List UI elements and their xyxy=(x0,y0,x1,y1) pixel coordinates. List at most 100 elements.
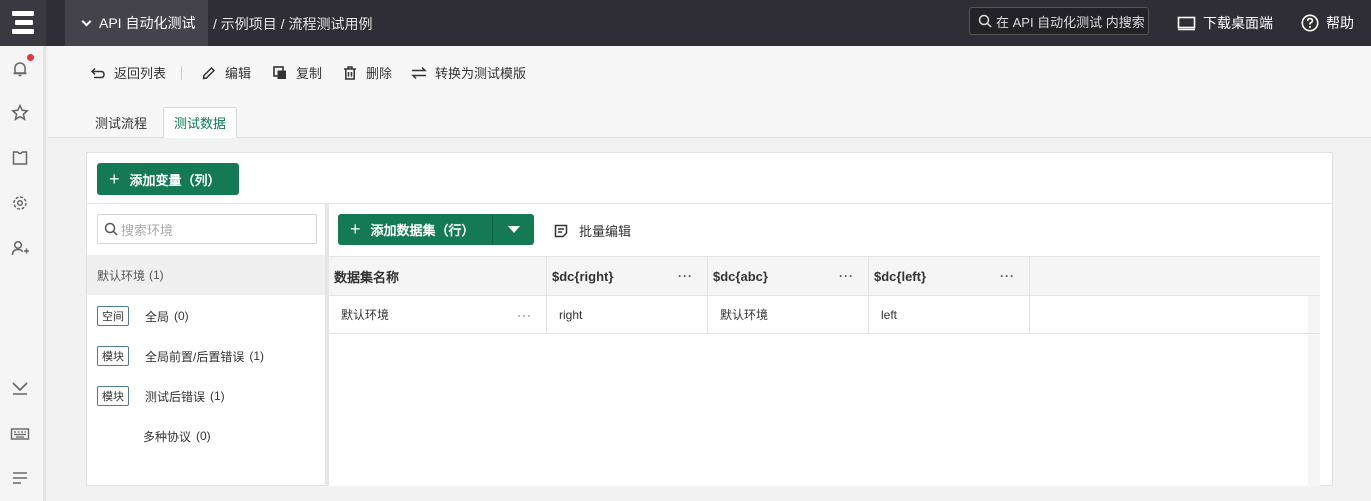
convert-template-button[interactable]: 转换为测试模版 xyxy=(411,63,526,82)
help-label: 帮助 xyxy=(1326,15,1354,31)
star-icon[interactable] xyxy=(9,102,31,124)
top-bar: API 自动化测试 / 示例项目 / 流程测试用例 在 API 自动化测试 内搜… xyxy=(0,0,1371,46)
test-data-panel: + 添加变量（列） 搜索环境 默认环境 (1) 空间 全局 (0) 模块 全局前… xyxy=(86,152,1333,487)
cell-dc-left[interactable]: left xyxy=(869,296,1030,333)
cell-value: 默认环境 xyxy=(341,308,390,322)
download-label: 下载桌面端 xyxy=(1203,15,1273,31)
cell-dataset-name[interactable]: 默认环境 ··· xyxy=(329,296,547,333)
env-name: 测试后错误 xyxy=(145,389,206,404)
edit-label: 编辑 xyxy=(225,66,252,81)
caret-down-icon xyxy=(507,226,520,233)
env-name: 全局 xyxy=(145,309,170,324)
copy-button[interactable]: 复制 xyxy=(272,63,322,82)
batch-edit-label: 批量编辑 xyxy=(579,224,632,239)
env-count: (1) xyxy=(210,389,225,403)
tab-test-data[interactable]: 测试数据 xyxy=(163,107,237,138)
env-count: (1) xyxy=(149,268,164,282)
column-header-dc-abc[interactable]: $dc{abc} ··· xyxy=(708,257,869,295)
cell-dc-right[interactable]: right xyxy=(547,296,708,333)
add-dataset-label: 添加数据集（行） xyxy=(370,223,475,238)
global-search-placeholder: 在 API 自动化测试 内搜索 xyxy=(996,14,1145,30)
notification-dot xyxy=(27,54,34,61)
env-name: 全局前置/后置错误 xyxy=(145,349,245,364)
settings-icon[interactable] xyxy=(9,192,31,214)
env-item-global[interactable]: 空间 全局 (0) xyxy=(87,296,325,336)
cell-dc-abc[interactable]: 默认环境 xyxy=(708,296,869,333)
add-dataset-dropdown[interactable] xyxy=(493,214,534,245)
cell-value: left xyxy=(881,307,898,322)
add-dataset-main[interactable]: + 添加数据集（行） xyxy=(338,214,493,245)
monitor-icon xyxy=(1177,16,1196,31)
project-switcher[interactable]: API 自动化测试 xyxy=(65,0,208,46)
delete-button[interactable]: 删除 xyxy=(342,63,392,82)
copy-icon xyxy=(273,65,286,79)
env-name: 多种协议 xyxy=(143,429,192,444)
toolbar: 返回列表 编辑 复制 删除 转换为测试模版 测试流程 测试数据 xyxy=(48,46,1371,138)
env-search-placeholder: 搜索环境 xyxy=(121,222,174,238)
env-search-input[interactable]: 搜索环境 xyxy=(97,214,317,244)
convert-label: 转换为测试模版 xyxy=(435,66,527,81)
env-item-post-test-error[interactable]: 模块 测试后错误 (1) xyxy=(87,376,325,416)
more-icon[interactable]: ··· xyxy=(1000,257,1015,295)
more-icon[interactable]: ··· xyxy=(839,257,854,295)
column-title: $dc{abc} xyxy=(713,268,768,284)
pencil-icon xyxy=(202,66,216,79)
column-title: 数据集名称 xyxy=(334,269,400,285)
more-icon[interactable]: ··· xyxy=(517,296,532,333)
global-search-input[interactable]: 在 API 自动化测试 内搜索 xyxy=(969,7,1149,35)
env-count: (0) xyxy=(196,429,211,443)
env-tag: 空间 xyxy=(97,306,129,326)
dataset-grid: 数据集名称 $dc{right} ··· $dc{abc} ··· $dc{le… xyxy=(329,256,1320,487)
help-link[interactable]: 帮助 xyxy=(1301,13,1354,33)
download-desktop-link[interactable]: 下载桌面端 xyxy=(1177,13,1273,33)
more-icon[interactable]: ··· xyxy=(678,257,693,295)
note-icon xyxy=(554,224,568,237)
env-item-default[interactable]: 默认环境 (1) xyxy=(87,255,325,295)
search-icon xyxy=(978,14,992,28)
column-header-dc-left[interactable]: $dc{left} ··· xyxy=(869,257,1030,295)
tab-test-flow[interactable]: 测试流程 xyxy=(84,107,158,138)
batch-edit-button[interactable]: 批量编辑 xyxy=(553,221,631,240)
plus-icon: + xyxy=(109,168,120,189)
env-name: 默认环境 xyxy=(97,268,146,283)
add-dataset-button[interactable]: + 添加数据集（行） xyxy=(338,214,534,245)
env-item-multi-protocol[interactable]: 多种协议 (0) xyxy=(87,416,325,456)
env-item-global-pre-post[interactable]: 模块 全局前置/后置错误 (1) xyxy=(87,336,325,376)
add-variable-button[interactable]: + 添加变量（列） xyxy=(97,163,239,195)
app-logo[interactable] xyxy=(0,0,46,46)
plus-icon: + xyxy=(350,219,361,239)
env-tag: 模块 xyxy=(97,386,129,406)
trash-icon xyxy=(344,65,356,80)
env-count: (0) xyxy=(174,309,189,323)
add-user-icon[interactable] xyxy=(9,237,31,259)
back-to-list-button[interactable]: 返回列表 xyxy=(90,63,166,82)
divider xyxy=(87,203,1332,204)
cell-value: right xyxy=(559,307,583,322)
chevron-down-icon xyxy=(81,16,92,26)
column-header-dataset-name[interactable]: 数据集名称 xyxy=(329,257,547,295)
column-title: $dc{right} xyxy=(552,268,614,284)
breadcrumb: / 示例项目 / 流程测试用例 xyxy=(213,16,373,32)
env-count: (1) xyxy=(249,349,265,363)
help-icon xyxy=(1301,14,1319,32)
swap-icon xyxy=(411,66,427,79)
keyboard-icon[interactable] xyxy=(9,423,31,445)
delete-label: 删除 xyxy=(366,66,393,81)
edit-button[interactable]: 编辑 xyxy=(201,63,251,82)
column-header-dc-right[interactable]: $dc{right} ··· xyxy=(547,257,708,295)
cell-value: 默认环境 xyxy=(720,308,769,322)
back-label: 返回列表 xyxy=(114,66,167,81)
add-variable-label: 添加变量（列） xyxy=(129,172,221,188)
notification-icon[interactable] xyxy=(9,58,31,80)
grid-header: 数据集名称 $dc{right} ··· $dc{abc} ··· $dc{le… xyxy=(329,257,1320,296)
project-name: API 自动化测试 xyxy=(99,15,196,31)
search-icon xyxy=(104,222,118,236)
shirt-icon[interactable] xyxy=(9,147,31,169)
env-tag: 模块 xyxy=(97,346,129,366)
copy-label: 复制 xyxy=(296,66,323,81)
table-row[interactable]: 默认环境 ··· right 默认环境 left xyxy=(329,296,1320,334)
column-title: $dc{left} xyxy=(874,268,927,284)
toolbar-divider xyxy=(181,66,182,80)
menu-icon[interactable] xyxy=(9,467,31,489)
collapse-icon[interactable] xyxy=(9,377,31,399)
